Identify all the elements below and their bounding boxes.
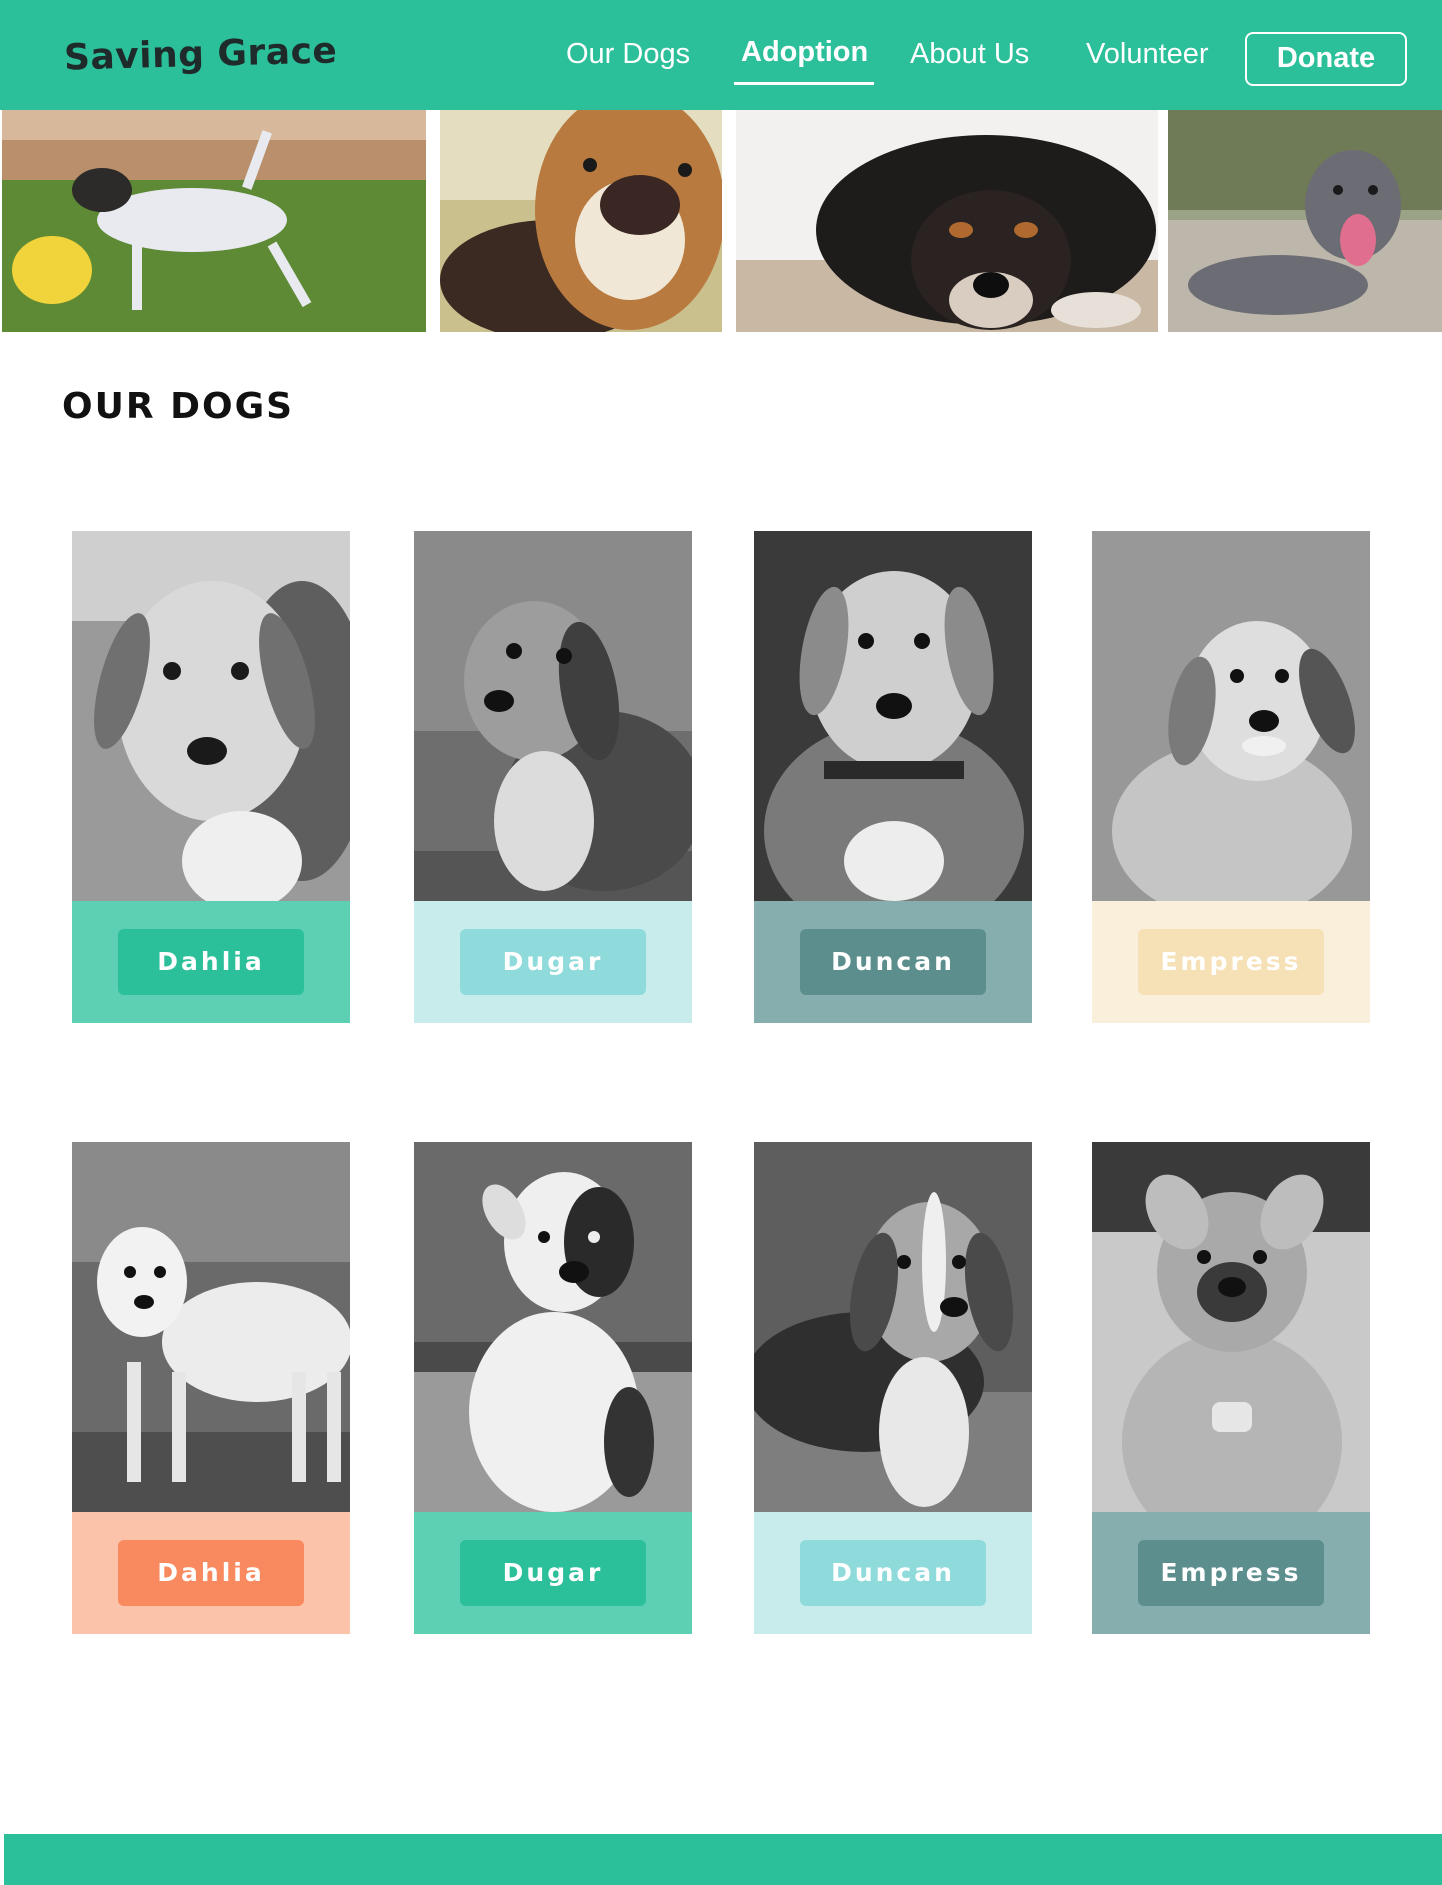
dog-card-footer: Dugar bbox=[414, 901, 692, 1023]
dog-photo[interactable] bbox=[1092, 1142, 1370, 1512]
site-header: Saving Grace Our Dogs Adoption About Us … bbox=[0, 0, 1442, 110]
dog-card-footer: Empress bbox=[1092, 1512, 1370, 1634]
dog-card-footer: Dugar bbox=[414, 1512, 692, 1634]
dog-card[interactable]: Dugar bbox=[414, 531, 692, 1023]
dog-card[interactable]: Dahlia bbox=[72, 531, 350, 1023]
dog-card[interactable]: Dahlia bbox=[72, 1142, 350, 1634]
dog-name-button[interactable]: Dugar bbox=[460, 929, 646, 995]
dog-photo[interactable] bbox=[754, 1142, 1032, 1512]
dog-name-button[interactable]: Dugar bbox=[460, 1540, 646, 1606]
dog-name-button[interactable]: Duncan bbox=[800, 1540, 986, 1606]
dog-card-footer: Dahlia bbox=[72, 1512, 350, 1634]
nav-adoption[interactable]: Adoption bbox=[741, 36, 868, 69]
dog-card-footer: Empress bbox=[1092, 901, 1370, 1023]
nav-about-us[interactable]: About Us bbox=[910, 38, 1029, 71]
dog-card[interactable]: Dugar bbox=[414, 1142, 692, 1634]
section-title: OUR DOGS bbox=[62, 386, 295, 427]
dog-photo[interactable] bbox=[414, 1142, 692, 1512]
dog-name-button[interactable]: Dahlia bbox=[118, 1540, 304, 1606]
donate-button[interactable]: Donate bbox=[1245, 32, 1407, 86]
dog-card[interactable]: Empress bbox=[1092, 1142, 1370, 1634]
nav-volunteer[interactable]: Volunteer bbox=[1086, 38, 1209, 71]
dog-photo[interactable] bbox=[754, 531, 1032, 901]
dog-card-footer: Duncan bbox=[754, 1512, 1032, 1634]
hero-photo-pitbull bbox=[1168, 110, 1442, 332]
dog-photo[interactable] bbox=[72, 531, 350, 901]
dog-name-button[interactable]: Dahlia bbox=[118, 929, 304, 995]
dog-card[interactable]: Empress bbox=[1092, 531, 1370, 1023]
hero-photo-beagle-closeup bbox=[440, 110, 722, 332]
dog-card[interactable]: Duncan bbox=[754, 531, 1032, 1023]
dog-card-footer: Duncan bbox=[754, 901, 1032, 1023]
dog-name-button[interactable]: Empress bbox=[1138, 929, 1324, 995]
dog-photo[interactable] bbox=[72, 1142, 350, 1512]
nav-active-underline bbox=[734, 82, 874, 85]
hero-photo-lying-dog bbox=[736, 110, 1158, 332]
nav-our-dogs[interactable]: Our Dogs bbox=[566, 38, 690, 71]
footer-bar bbox=[4, 1834, 1442, 1885]
dog-photo[interactable] bbox=[1092, 531, 1370, 901]
hero-photo-frisbee-dog bbox=[2, 110, 426, 332]
dog-photo[interactable] bbox=[414, 531, 692, 901]
dog-card[interactable]: Duncan bbox=[754, 1142, 1032, 1634]
site-logo[interactable]: Saving Grace bbox=[64, 30, 338, 78]
dog-name-button[interactable]: Empress bbox=[1138, 1540, 1324, 1606]
dog-name-button[interactable]: Duncan bbox=[800, 929, 986, 995]
dog-card-footer: Dahlia bbox=[72, 901, 350, 1023]
